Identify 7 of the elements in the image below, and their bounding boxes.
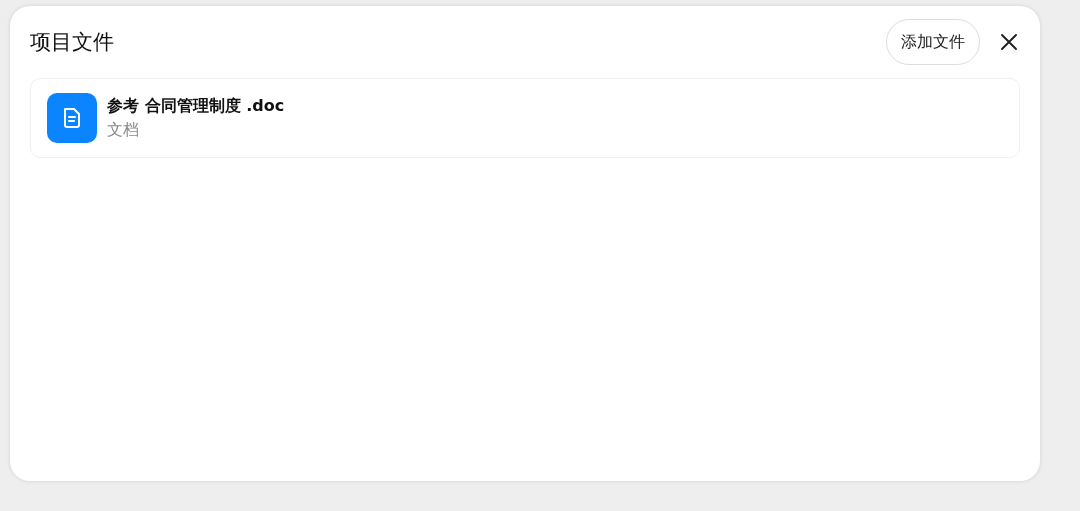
file-card[interactable]: 参考 合同管理制度 .doc 文档 xyxy=(30,78,1020,158)
close-icon[interactable] xyxy=(1000,33,1018,51)
file-name: 参考 合同管理制度 .doc xyxy=(107,95,285,117)
dialog-title: 项目文件 xyxy=(30,29,114,56)
document-icon xyxy=(47,93,97,143)
file-type: 文档 xyxy=(107,119,140,141)
add-file-button[interactable]: 添加文件 xyxy=(886,19,980,65)
